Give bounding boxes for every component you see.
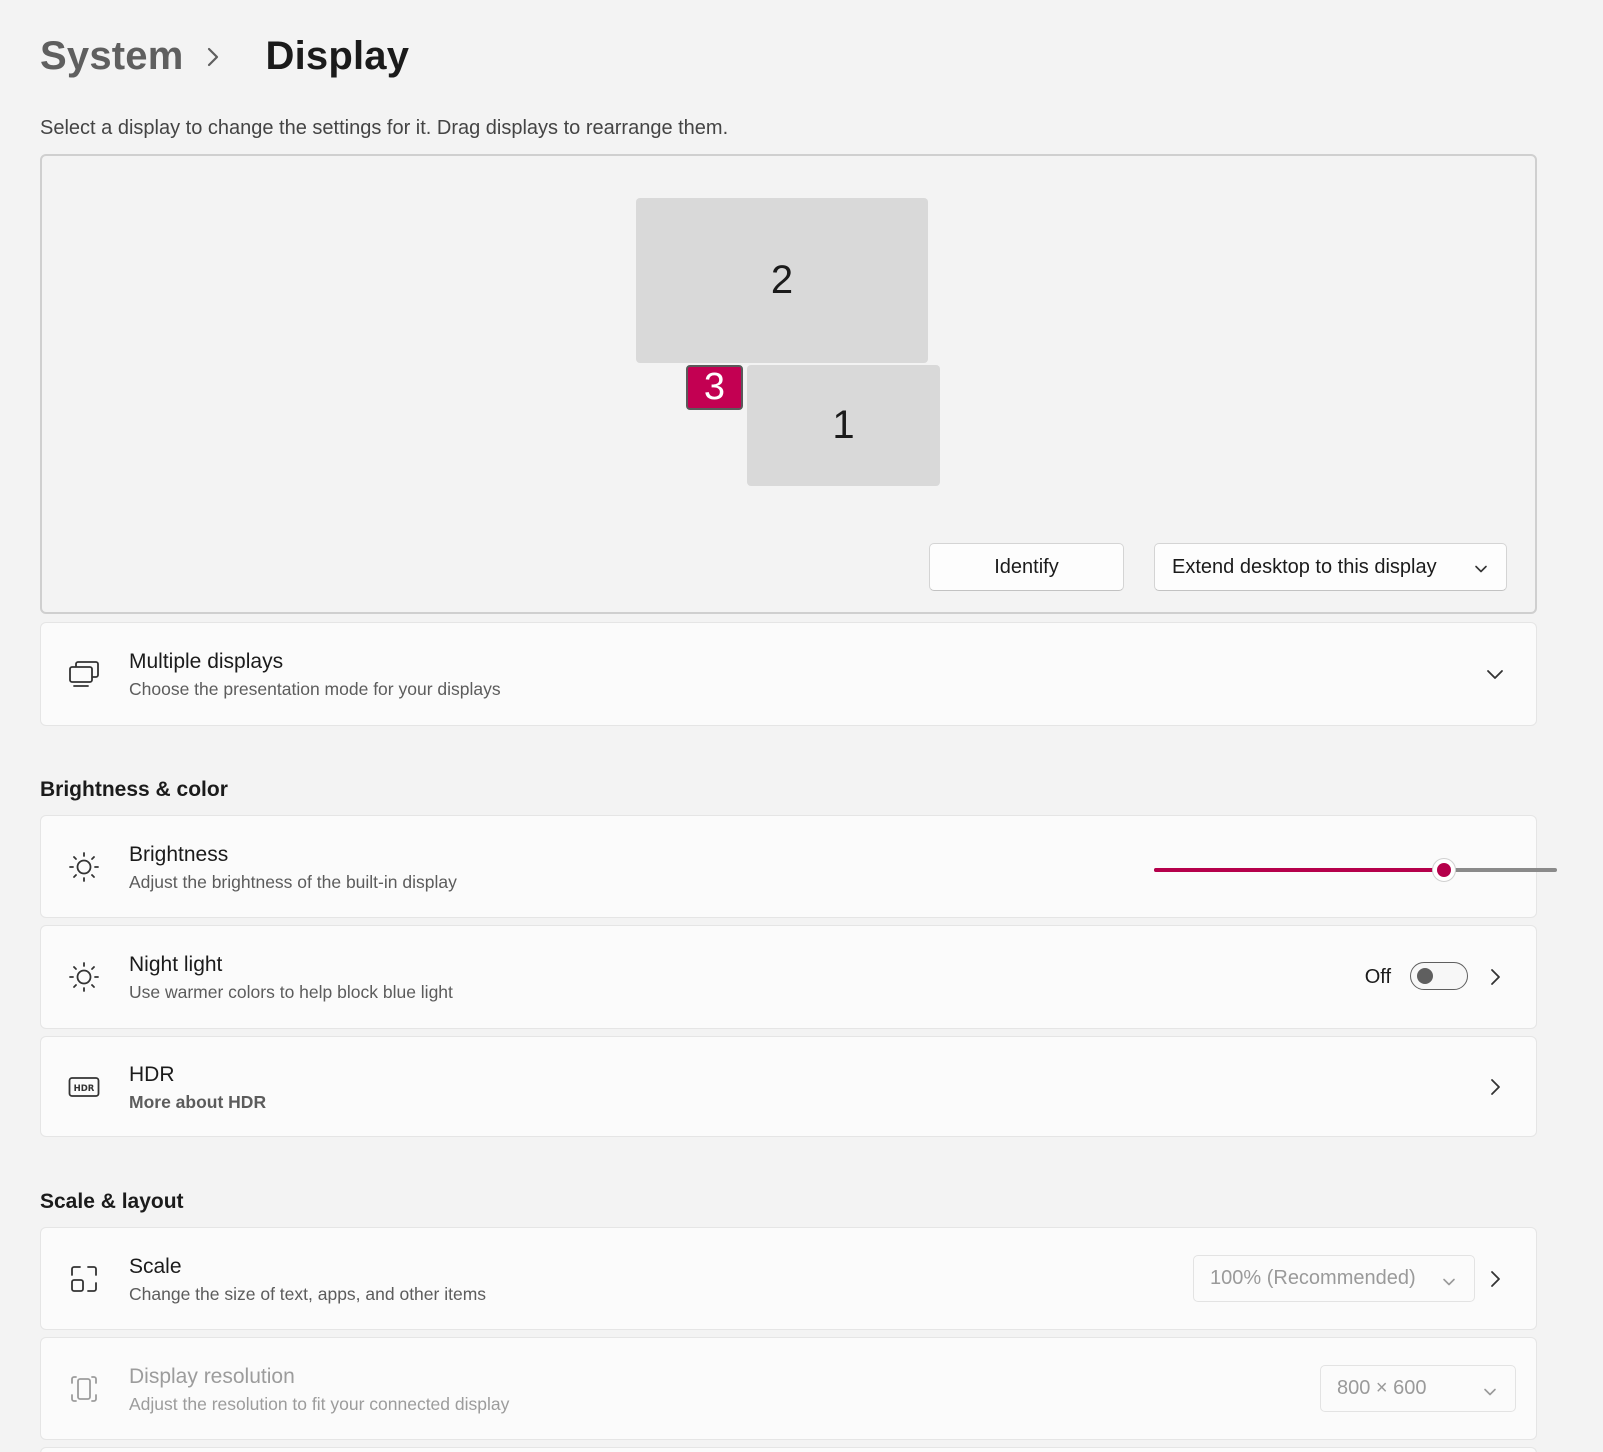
multiple-displays-icon bbox=[67, 657, 101, 691]
chevron-down-icon bbox=[1442, 1272, 1456, 1295]
multiple-displays-title: Multiple displays bbox=[129, 650, 284, 673]
night-light-state: Off bbox=[1364, 966, 1391, 988]
slider-fill bbox=[1154, 868, 1445, 872]
scale-card[interactable]: Scale Change the size of text, apps, and… bbox=[40, 1227, 1537, 1330]
multiple-displays-subtitle: Choose the presentation mode for your di… bbox=[129, 679, 501, 699]
scale-icon bbox=[67, 1262, 101, 1296]
display-resolution-title: Display resolution bbox=[129, 1365, 295, 1388]
brightness-sun-icon bbox=[67, 850, 101, 884]
chevron-down-icon bbox=[1483, 1382, 1497, 1405]
monitor-3-selected[interactable]: 3 bbox=[686, 365, 743, 410]
display-resolution-icon bbox=[67, 1372, 101, 1406]
night-light-icon bbox=[67, 960, 101, 994]
display-resolution-subtitle: Adjust the resolution to fit your connec… bbox=[129, 1394, 510, 1414]
svg-text:HDR: HDR bbox=[74, 1084, 95, 1094]
display-resolution-card: Display resolution Adjust the resolution… bbox=[40, 1337, 1537, 1440]
chevron-right-icon[interactable] bbox=[1484, 966, 1506, 988]
display-resolution-value: 800 × 600 bbox=[1337, 1377, 1427, 1399]
identify-button[interactable]: Identify bbox=[929, 543, 1124, 591]
scale-dropdown[interactable]: 100% (Recommended) bbox=[1193, 1255, 1475, 1302]
arrangement-instructions: Select a display to change the settings … bbox=[40, 117, 729, 139]
chevron-right-icon[interactable] bbox=[1484, 1268, 1506, 1290]
chevron-right-icon bbox=[206, 37, 236, 77]
breadcrumb: System Display bbox=[40, 34, 409, 79]
hdr-title: HDR bbox=[129, 1063, 175, 1086]
monitor-2[interactable]: 2 bbox=[636, 198, 928, 363]
hdr-icon: HDR bbox=[67, 1070, 101, 1104]
hdr-card[interactable]: HDR HDR More about HDR bbox=[40, 1036, 1537, 1137]
monitor-1[interactable]: 1 bbox=[747, 365, 940, 486]
scale-title: Scale bbox=[129, 1255, 182, 1278]
breadcrumb-system[interactable]: System bbox=[40, 34, 184, 79]
chevron-right-icon[interactable] bbox=[1484, 1076, 1506, 1098]
brightness-card: Brightness Adjust the brightness of the … bbox=[40, 815, 1557, 918]
brightness-slider[interactable] bbox=[1154, 858, 1557, 882]
display-mode-value: Extend desktop to this display bbox=[1172, 555, 1437, 578]
display-arrangement-panel: 2 1 3 Identify Extend desktop to this di… bbox=[40, 154, 1537, 614]
night-light-toggle[interactable] bbox=[1410, 962, 1468, 990]
section-heading-brightness-color: Brightness & color bbox=[40, 778, 228, 801]
scale-subtitle: Change the size of text, apps, and other… bbox=[129, 1284, 487, 1304]
brightness-subtitle: Adjust the brightness of the built-in di… bbox=[129, 872, 457, 892]
night-light-subtitle: Use warmer colors to help block blue lig… bbox=[129, 982, 453, 1002]
chevron-down-icon bbox=[1474, 559, 1488, 582]
hdr-learn-more-link[interactable]: More about HDR bbox=[129, 1092, 266, 1113]
night-light-title: Night light bbox=[129, 953, 223, 976]
display-resolution-dropdown[interactable]: 800 × 600 bbox=[1320, 1365, 1516, 1412]
slider-thumb[interactable] bbox=[1432, 858, 1457, 882]
multiple-displays-card[interactable]: Multiple displays Choose the presentatio… bbox=[40, 622, 1537, 726]
section-heading-scale-layout: Scale & layout bbox=[40, 1190, 184, 1213]
page-title: Display bbox=[265, 34, 410, 78]
display-settings-page: System Display Select a display to chang… bbox=[0, 0, 1603, 1452]
display-mode-dropdown[interactable]: Extend desktop to this display bbox=[1154, 543, 1507, 591]
scale-value: 100% (Recommended) bbox=[1210, 1267, 1416, 1289]
brightness-title: Brightness bbox=[129, 843, 229, 866]
chevron-down-icon[interactable] bbox=[1484, 663, 1506, 685]
next-setting-card bbox=[40, 1447, 1537, 1452]
night-light-card[interactable]: Night light Use warmer colors to help bl… bbox=[40, 925, 1537, 1029]
